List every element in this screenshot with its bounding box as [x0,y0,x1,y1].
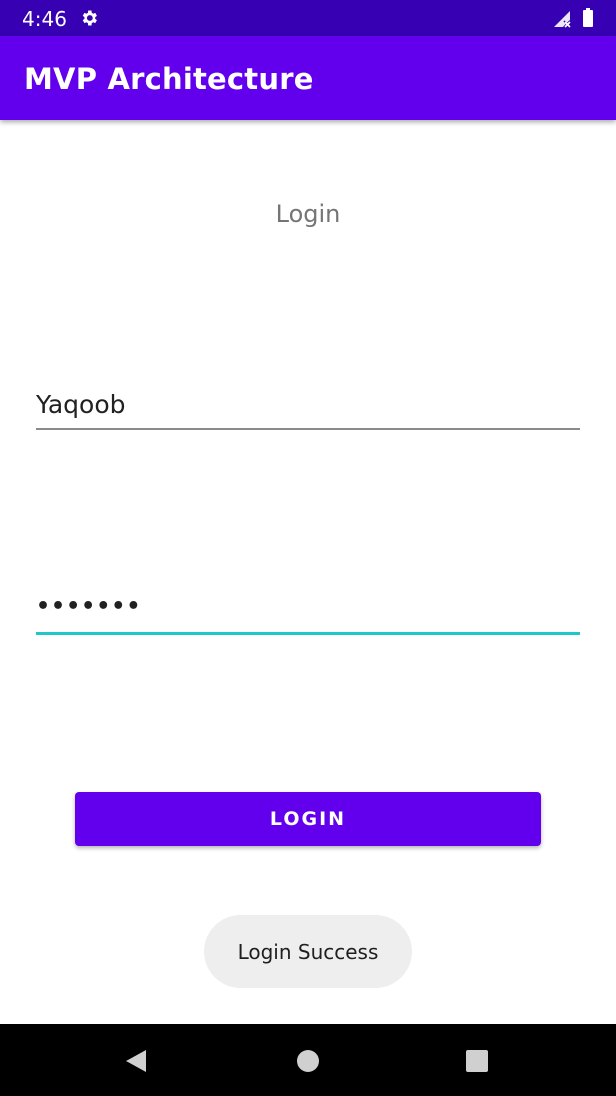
status-time: 4:46 [22,7,67,31]
gear-icon [82,10,97,26]
password-value: ••••••• [36,594,142,619]
username-field[interactable]: Yaqoob [36,390,580,430]
recents-icon[interactable] [466,1050,488,1072]
home-icon[interactable] [297,1050,319,1072]
login-heading: Login [275,200,341,228]
app-bar: MVP Architecture [0,36,616,120]
username-value: Yaqoob [36,390,126,419]
back-icon[interactable] [124,1048,148,1074]
toast-text: Login Success [237,939,379,964]
toast-message: Login Success [204,915,412,988]
login-button[interactable]: LOGIN [75,792,541,846]
battery-icon [583,8,593,27]
password-field[interactable]: ••••••• [36,594,580,635]
app-title: MVP Architecture [24,62,314,96]
navigation-bar [0,1024,616,1096]
signal-icon [554,11,571,28]
status-bar: 4:46 [0,0,616,36]
